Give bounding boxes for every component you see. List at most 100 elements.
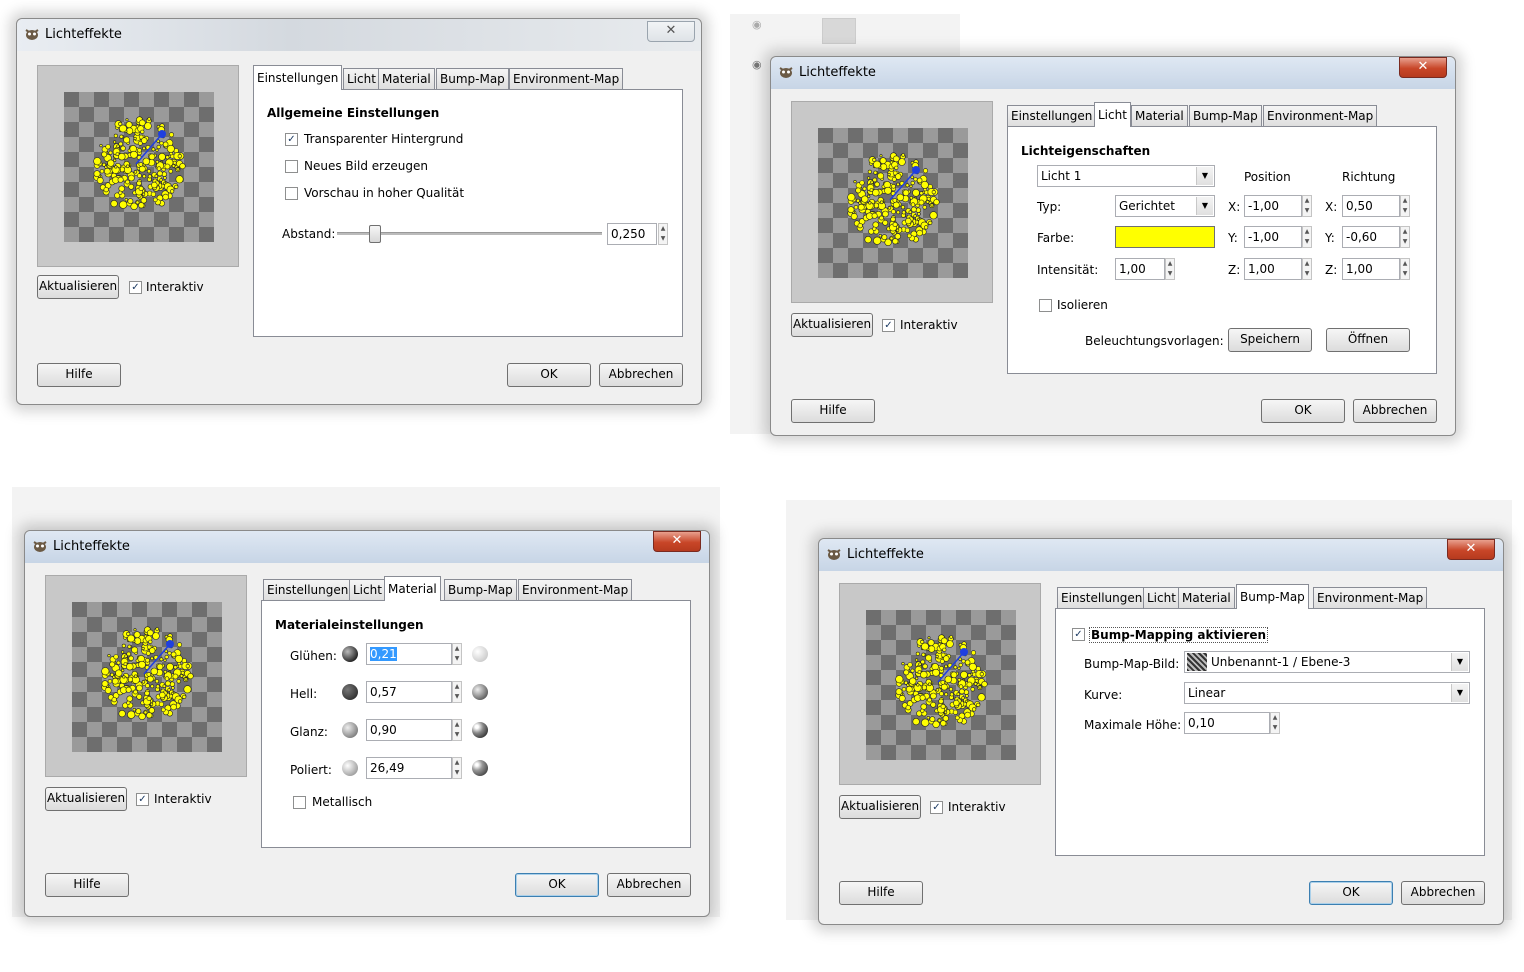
interactive-checkbox[interactable]: ✓ [930, 801, 943, 814]
hq-preview-checkbox[interactable] [285, 187, 298, 200]
interactive-checkbox[interactable]: ✓ [882, 319, 895, 332]
tab-material[interactable]: Material [378, 68, 435, 89]
direction-x-spinner[interactable]: ▲ ▼ [1400, 195, 1410, 217]
distance-spinner[interactable]: ▲ ▼ [658, 223, 668, 245]
ok-button[interactable]: OK [515, 873, 599, 897]
distance-input[interactable]: 0,250 [607, 223, 657, 245]
help-button[interactable]: Hilfe [45, 873, 129, 897]
cancel-button[interactable]: Abbrechen [1401, 881, 1485, 905]
shine-spinner[interactable]: ▲ ▼ [452, 719, 462, 741]
update-button[interactable]: Aktualisieren [37, 275, 119, 299]
position-z-input[interactable]: 1,00 [1244, 258, 1302, 280]
tab-environment-map[interactable]: Environment-Map [518, 579, 633, 600]
preview-area[interactable] [45, 575, 247, 777]
close-button[interactable]: ✕ [653, 531, 701, 552]
layer-thumbnail[interactable] [822, 18, 856, 44]
update-button[interactable]: Aktualisieren [839, 795, 921, 819]
tab-settings[interactable]: Einstellungen [253, 65, 343, 90]
tab-bumpmap[interactable]: Bump-Map [436, 68, 509, 89]
tab-material[interactable]: Material [1131, 105, 1188, 126]
position-x-spinner[interactable]: ▲ ▼ [1302, 195, 1312, 217]
transparent-background-checkbox[interactable]: ✓ [285, 133, 298, 146]
intensity-spinner[interactable]: ▲ ▼ [1165, 258, 1175, 280]
curve-select[interactable]: Linear ▼ [1184, 682, 1470, 704]
light-position-marker[interactable] [960, 648, 968, 656]
polish-input[interactable]: 26,49 [366, 757, 452, 779]
eye-icon[interactable]: ◉ [752, 58, 762, 71]
open-preset-button[interactable]: Öffnen [1326, 328, 1410, 352]
tab-light[interactable]: Licht [349, 579, 386, 600]
title-bar[interactable]: Lichteffekte ✕ [819, 539, 1503, 571]
preview-area[interactable] [37, 65, 239, 267]
new-image-checkbox[interactable] [285, 160, 298, 173]
light-position-marker[interactable] [158, 130, 166, 138]
tab-material[interactable]: Material [1178, 587, 1235, 608]
color-swatch[interactable] [1115, 226, 1215, 248]
ok-button[interactable]: OK [1261, 399, 1345, 423]
tab-settings[interactable]: Einstellungen [1057, 587, 1147, 608]
bumpmap-image-select[interactable]: Unbenannt-1 / Ebene-3 ▼ [1184, 651, 1470, 673]
help-button[interactable]: Hilfe [791, 399, 875, 423]
help-button[interactable]: Hilfe [37, 363, 121, 387]
glow-spinner[interactable]: ▲ ▼ [452, 643, 462, 665]
tab-light[interactable]: Licht [1094, 102, 1131, 127]
position-z-spinner[interactable]: ▲ ▼ [1302, 258, 1312, 280]
ok-button[interactable]: OK [507, 363, 591, 387]
tab-bumpmap[interactable]: Bump-Map [1189, 105, 1262, 126]
save-preset-button[interactable]: Speichern [1228, 328, 1312, 352]
metallic-checkbox[interactable] [293, 796, 306, 809]
preview-area[interactable] [791, 101, 993, 303]
update-button[interactable]: Aktualisieren [791, 313, 873, 337]
cancel-button[interactable]: Abbrechen [607, 873, 691, 897]
intensity-input[interactable]: 1,00 [1115, 258, 1165, 280]
direction-y-spinner[interactable]: ▲ ▼ [1400, 226, 1410, 248]
enable-bumpmap-checkbox[interactable]: ✓ [1072, 628, 1085, 641]
tab-bumpmap[interactable]: Bump-Map [1236, 584, 1309, 609]
position-y-input[interactable]: -1,00 [1244, 226, 1302, 248]
light-select[interactable]: Licht 1 ▼ [1037, 165, 1215, 187]
tab-settings[interactable]: Einstellungen [1007, 105, 1097, 126]
direction-x-input[interactable]: 0,50 [1342, 195, 1400, 217]
bright-label: Hell: [290, 687, 318, 701]
tab-environment-map[interactable]: Environment-Map [1263, 105, 1378, 126]
direction-z-input[interactable]: 1,00 [1342, 258, 1400, 280]
tab-environment-map[interactable]: Environment-Map [509, 68, 624, 89]
close-button[interactable]: ✕ [647, 21, 695, 42]
close-button[interactable]: ✕ [1399, 57, 1447, 78]
polish-spinner[interactable]: ▲ ▼ [452, 757, 462, 779]
update-button[interactable]: Aktualisieren [45, 787, 127, 811]
tab-bumpmap[interactable]: Bump-Map [444, 579, 517, 600]
bright-input[interactable]: 0,57 [366, 681, 452, 703]
tab-environment-map[interactable]: Environment-Map [1313, 587, 1428, 608]
position-x-input[interactable]: -1,00 [1244, 195, 1302, 217]
direction-z-spinner[interactable]: ▲ ▼ [1400, 258, 1410, 280]
title-bar[interactable]: Lichteffekte ✕ [17, 19, 701, 51]
preview-area[interactable] [839, 583, 1041, 785]
tab-material[interactable]: Material [384, 576, 441, 601]
light-position-marker[interactable] [166, 640, 174, 648]
help-button[interactable]: Hilfe [839, 881, 923, 905]
isolate-checkbox[interactable] [1039, 299, 1052, 312]
tab-light[interactable]: Licht [1143, 587, 1180, 608]
interactive-checkbox[interactable]: ✓ [129, 281, 142, 294]
distance-slider-thumb[interactable] [369, 225, 382, 243]
light-position-marker[interactable] [912, 166, 920, 174]
max-height-input[interactable]: 0,10 [1184, 712, 1270, 734]
type-select[interactable]: Gerichtet ▼ [1115, 195, 1215, 217]
tab-settings[interactable]: Einstellungen [263, 579, 353, 600]
bright-spinner[interactable]: ▲ ▼ [452, 681, 462, 703]
title-bar[interactable]: Lichteffekte ✕ [771, 57, 1455, 89]
shine-input[interactable]: 0,90 [366, 719, 452, 741]
cancel-button[interactable]: Abbrechen [599, 363, 683, 387]
tab-light[interactable]: Licht [343, 68, 380, 89]
title-bar[interactable]: Lichteffekte ✕ [25, 531, 709, 563]
glow-input[interactable]: 0,21 [366, 643, 452, 665]
cancel-button[interactable]: Abbrechen [1353, 399, 1437, 423]
close-button[interactable]: ✕ [1447, 539, 1495, 560]
eye-icon[interactable]: ◉ [752, 18, 762, 31]
max-height-spinner[interactable]: ▲ ▼ [1270, 712, 1280, 734]
ok-button[interactable]: OK [1309, 881, 1393, 905]
interactive-checkbox[interactable]: ✓ [136, 793, 149, 806]
direction-y-input[interactable]: -0,60 [1342, 226, 1400, 248]
position-y-spinner[interactable]: ▲ ▼ [1302, 226, 1312, 248]
